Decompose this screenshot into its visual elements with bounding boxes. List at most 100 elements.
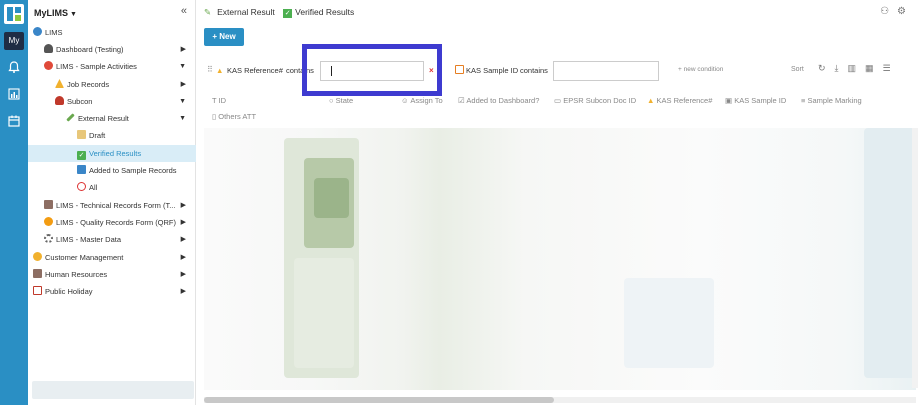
attachment-icon: ▯ xyxy=(212,112,217,121)
warning-icon: ▲ xyxy=(216,66,224,75)
new-record-button[interactable]: + New xyxy=(204,28,244,46)
filter-value-2-input[interactable] xyxy=(553,61,659,81)
people-icon xyxy=(33,269,42,278)
scrollbar-thumb[interactable] xyxy=(204,397,554,403)
sidebar: MyLIMS ▼ « LIMS Dashboard (Testing) ▶ LIMS… xyxy=(28,0,196,405)
collapse-sidebar-icon[interactable]: « xyxy=(181,5,187,17)
sort-button[interactable]: Sort xyxy=(791,66,804,73)
blurred-content xyxy=(864,128,916,378)
person-icon: ☺ xyxy=(401,96,409,105)
app-logo-icon[interactable] xyxy=(4,4,24,24)
filter-field-kas-sample-id[interactable]: KAS Sample ID xyxy=(466,66,518,75)
main-content: ✎ External Result ✓ Verified Results ⚇ ⚙ + … xyxy=(196,0,920,405)
pencil-icon: ✎ xyxy=(204,7,212,17)
face-icon xyxy=(33,252,42,261)
sidebar-item-customer-management[interactable]: Customer Management ▶ xyxy=(28,249,196,266)
state-icon: ○ xyxy=(329,96,334,105)
settings-icon[interactable]: ⚙ xyxy=(897,6,906,17)
globe-icon xyxy=(33,27,42,36)
grid-tools: ↻ ⤓ ▥ ▦ ☰ xyxy=(818,63,900,74)
person-icon xyxy=(44,44,53,53)
column-sample-marking[interactable]: ≡ Sample Marking xyxy=(801,96,862,105)
chevron-right-icon: ▶ xyxy=(180,202,186,209)
app-title: MyLIMS xyxy=(34,8,69,18)
sidebar-item-technical-records-form[interactable]: LIMS - Technical Records Form (T... ▶ xyxy=(28,197,196,214)
checkbox-icon: ☑ xyxy=(458,96,465,105)
column-epsr-subcon-doc-id[interactable]: ▭ EPSR Subcon Doc ID xyxy=(554,96,636,105)
refresh-icon[interactable]: ↻ xyxy=(818,63,826,73)
check-icon: ✓ xyxy=(283,9,293,18)
app-switcher[interactable]: MyLIMS ▼ xyxy=(34,8,77,18)
sidebar-item-external-result[interactable]: External Result ▼ xyxy=(28,110,196,127)
users-icon[interactable]: ⚇ xyxy=(880,6,889,17)
person-icon xyxy=(55,96,64,105)
chevron-down-icon: ▼ xyxy=(70,11,77,18)
export-icon[interactable]: ⤓ xyxy=(835,63,839,73)
sidebar-item-lims[interactable]: LIMS xyxy=(28,24,196,41)
chevron-down-icon: ▼ xyxy=(179,98,186,105)
sidebar-item-verified-results[interactable]: ✓ Verified Results xyxy=(28,145,196,162)
horizontal-scrollbar[interactable] xyxy=(204,397,916,403)
sidebar-item-added-to-sample-records[interactable]: Added to Sample Records xyxy=(28,162,196,179)
chart-icon[interactable]: ▥ xyxy=(848,63,857,73)
id-card-icon: ▭ xyxy=(554,96,562,105)
sidebar-item-human-resources[interactable]: Human Resources ▶ xyxy=(28,266,196,283)
sidebar-item-subcon[interactable]: Subcon ▼ xyxy=(28,93,196,110)
text-icon: ≡ xyxy=(801,96,806,105)
plus-icon: + xyxy=(212,32,217,41)
sidebar-item-dashboard-testing[interactable]: Dashboard (Testing) ▶ xyxy=(28,41,196,58)
header-actions: ⚇ ⚙ xyxy=(872,6,906,17)
check-icon: ✓ xyxy=(77,151,86,160)
sidebar-item-draft[interactable]: Draft xyxy=(28,127,196,144)
chevron-down-icon: ▼ xyxy=(179,115,186,122)
chevron-right-icon: ▶ xyxy=(180,81,186,88)
list-settings-icon[interactable]: ☰ xyxy=(883,63,891,73)
text-cursor-icon: T xyxy=(212,96,217,105)
sidebar-item-all[interactable]: All xyxy=(28,179,196,196)
sidebar-item-job-records[interactable]: Job Records ▶ xyxy=(28,76,196,93)
calendar-icon xyxy=(33,286,42,295)
bell-icon[interactable] xyxy=(7,60,21,74)
column-added-to-dashboard[interactable]: ☑ Added to Dashboard? xyxy=(458,96,539,105)
circle-icon xyxy=(77,182,86,191)
column-assign-to[interactable]: ☺ Assign To xyxy=(401,96,443,105)
tools-icon xyxy=(44,200,53,209)
chart-icon[interactable] xyxy=(7,87,21,101)
user-account-bar[interactable] xyxy=(32,381,194,399)
field-icon xyxy=(455,65,464,74)
doc-icon xyxy=(77,165,86,174)
sidebar-item-sample-activities[interactable]: LIMS - Sample Activities ▼ xyxy=(28,58,196,75)
chevron-down-icon: ▼ xyxy=(179,63,186,70)
sidebar-item-public-holiday[interactable]: Public Holiday ▶ xyxy=(28,283,196,300)
my-apps-button[interactable]: My xyxy=(4,32,24,50)
breadcrumb-current: Verified Results xyxy=(295,7,355,17)
flower-icon xyxy=(44,217,53,226)
app-rail: My xyxy=(0,0,28,405)
chevron-right-icon: ▶ xyxy=(180,271,186,278)
column-kas-sample-id[interactable]: ▣ KAS Sample ID xyxy=(725,96,786,105)
column-state[interactable]: ○ State xyxy=(329,96,353,105)
calendar-icon[interactable] xyxy=(7,114,21,128)
gear-icon xyxy=(44,234,53,243)
column-kas-reference[interactable]: ▲ KAS Reference# xyxy=(647,96,712,105)
blurred-content xyxy=(624,278,714,368)
column-others-att[interactable]: ▯ Others ATT xyxy=(212,112,256,121)
breadcrumb: ✎ External Result ✓ Verified Results xyxy=(204,7,360,18)
column-id[interactable]: T ID xyxy=(212,96,226,105)
vertical-scrollbar[interactable] xyxy=(912,128,918,388)
column-headers: T ID ○ State ☺ Assign To ☑ Added to Dash… xyxy=(204,94,916,126)
records-grid[interactable] xyxy=(204,128,916,390)
sidebar-item-master-data[interactable]: LIMS - Master Data ▶ xyxy=(28,231,196,248)
add-condition-button[interactable]: + new condition xyxy=(678,66,723,73)
filter-operator-2[interactable]: contains xyxy=(520,66,548,75)
filter-field-kas-reference[interactable]: KAS Reference# xyxy=(227,66,283,75)
chevron-right-icon: ▶ xyxy=(180,219,186,226)
chevron-right-icon: ▶ xyxy=(180,46,186,53)
chevron-right-icon: ▶ xyxy=(180,254,186,261)
blurred-content xyxy=(294,258,354,368)
calendar-icon[interactable]: ▦ xyxy=(865,63,874,73)
sidebar-item-quality-records-form[interactable]: LIMS - Quality Records Form (QRF) ▶ xyxy=(28,214,196,231)
breadcrumb-parent[interactable]: External Result xyxy=(217,7,275,17)
drag-handle-icon[interactable]: ⠿ xyxy=(207,65,213,74)
note-icon xyxy=(77,130,86,139)
